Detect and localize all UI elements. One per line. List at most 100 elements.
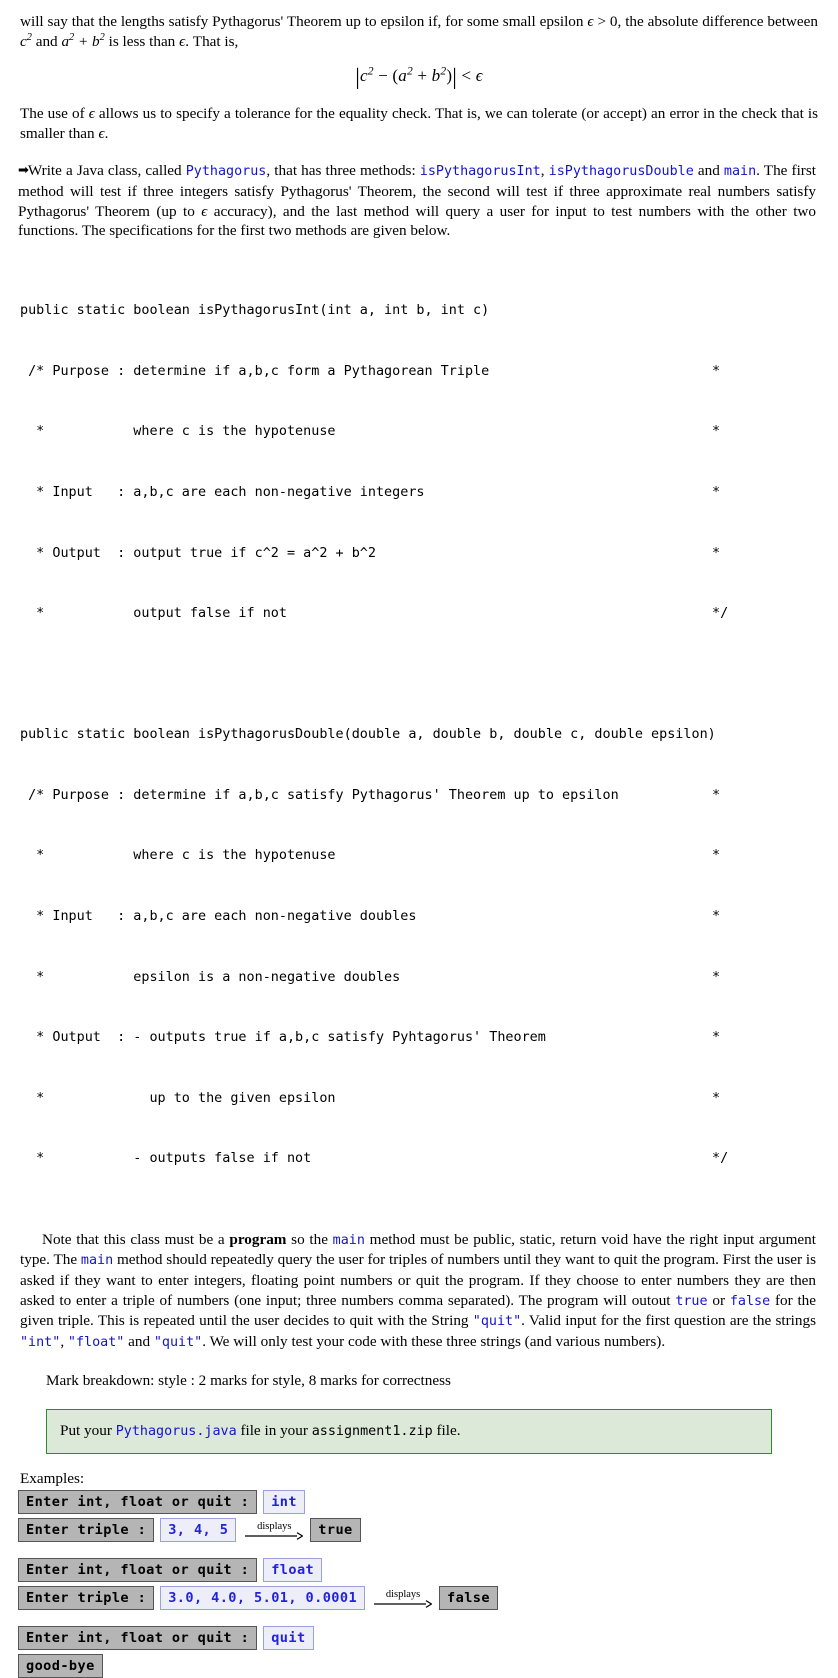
intro-text-f: . That is, <box>185 32 239 50</box>
example-group-spacer <box>18 1546 838 1558</box>
user-input-box[interactable]: float <box>263 1557 323 1582</box>
code-comment-line: * where c is the hypotenuse * <box>20 846 838 866</box>
output-box: false <box>439 1585 498 1610</box>
example-group-spacer <box>18 1614 838 1626</box>
example-row: Enter int, float or quit : quit <box>18 1625 838 1650</box>
example-group: Enter int, float or quit : float Enter t… <box>18 1557 838 1610</box>
tolerance-text-b: allows us to specify a tolerance for the… <box>20 105 818 142</box>
code-text: * epsilon is a non-negative doubles <box>20 969 401 985</box>
note-text-8: , <box>60 1332 68 1350</box>
code-comment-line: * where c is the hypotenuse * <box>20 422 838 442</box>
intro-text-a: will say that the lengths satisfy Pythag… <box>20 13 346 30</box>
code-star: * <box>712 484 721 500</box>
method-ispythagorusint-code: isPythagorusInt <box>419 164 541 180</box>
task-text-4: and <box>693 162 724 180</box>
right-arrow-icon <box>245 1532 304 1541</box>
mark-breakdown-text: Mark breakdown: style : 2 marks for styl… <box>46 1372 451 1390</box>
int-string-code: "int" <box>20 1334 61 1350</box>
note-paragraph: Note that this class must be a program s… <box>20 1230 816 1353</box>
code-star: */ <box>712 606 729 622</box>
code-comment-line: * epsilon is a non-negative doubles * <box>20 968 838 988</box>
note-text-2: so the <box>286 1230 333 1248</box>
mark-breakdown: Mark breakdown: style : 2 marks for styl… <box>46 1371 818 1391</box>
code-signature-line: public static boolean isPythagorusInt(in… <box>20 301 838 321</box>
submission-box: Put your Pythagorus.java file in your as… <box>46 1409 772 1454</box>
formula-less-than: < <box>457 66 476 86</box>
tolerance-text-c: . <box>104 124 109 142</box>
note-text-7: . Valid input for the first question are… <box>521 1312 816 1330</box>
code-text: /* Purpose : determine if a,b,c satisfy … <box>20 787 619 803</box>
user-input-box[interactable]: quit <box>263 1625 314 1650</box>
zip-file-name-code: assignment1.zip <box>311 1424 433 1440</box>
code-comment-line: * Output : output true if c^2 = a^2 + b^… <box>20 544 838 564</box>
note-text-9: and <box>124 1332 154 1350</box>
code-star: * <box>712 363 721 379</box>
displays-label: displays <box>257 1521 292 1533</box>
example-row: Enter triple : 3.0, 4.0, 5.01, 0.0001 di… <box>18 1585 838 1610</box>
right-arrow-icon <box>374 1600 433 1609</box>
code-star: * <box>712 1030 721 1046</box>
method-main-code: main <box>723 164 757 180</box>
quit-string-code-2: "quit" <box>153 1334 203 1350</box>
goodbye-box: good-bye <box>18 1653 103 1678</box>
paragraph-text: will say that the lengths satisfy Pythag… <box>20 12 818 51</box>
code-star: * <box>712 787 721 803</box>
main-code-1: main <box>332 1232 365 1248</box>
user-input-box[interactable]: 3.0, 4.0, 5.01, 0.0001 <box>160 1585 366 1610</box>
spec-block-ispythagorusint: public static boolean isPythagorusInt(in… <box>20 261 838 665</box>
prompt-box: Enter int, float or quit : <box>18 1625 258 1650</box>
user-input-box[interactable]: 3, 4, 5 <box>160 1517 237 1542</box>
prompt-box: Enter int, float or quit : <box>18 1489 258 1514</box>
class-name-code: Pythagorus <box>185 164 267 180</box>
note-text-10: . We will only test your code with these… <box>202 1332 666 1350</box>
code-text: * - outputs false if not <box>20 1151 312 1167</box>
intro-text-e: is less than <box>104 32 180 50</box>
submission-text-post: file. <box>432 1422 461 1440</box>
quit-string-code-1: "quit" <box>472 1314 522 1330</box>
paragraph-text: ➡Write a Java class, called Pythagorus, … <box>18 161 816 240</box>
formula-expression: |c2 − (a2 + b2)| < ϵ <box>355 64 483 89</box>
user-input-box[interactable]: int <box>263 1489 305 1514</box>
code-text: * Output : output true if c^2 = a^2 + b^… <box>20 545 376 561</box>
displays-label: displays <box>385 1589 421 1601</box>
example-group: Enter int, float or quit : int Enter tri… <box>18 1489 838 1542</box>
code-comment-line: * Input : a,b,c are each non-negative in… <box>20 483 838 503</box>
formula-epsilon: ϵ <box>475 66 483 86</box>
output-box: true <box>310 1517 361 1542</box>
code-text: public static boolean isPythagorusDouble… <box>20 727 716 743</box>
program-emphasis: program <box>229 1230 287 1248</box>
formula-minus: − <box>373 66 393 86</box>
arrow-bullet-icon: ➡ <box>18 163 29 179</box>
java-file-name-code: Pythagorus.java <box>115 1424 237 1440</box>
intro-text-c: > 0, the absolute difference between <box>593 13 818 30</box>
code-comment-line: * Output : - outputs true if a,b,c satis… <box>20 1028 838 1048</box>
code-comment-line: * up to the given epsilon * <box>20 1089 838 1109</box>
spec-block-ispythagorusdouble: public static boolean isPythagorusDouble… <box>20 685 838 1210</box>
note-text-1: Note that this class must be a <box>42 1230 230 1248</box>
true-keyword-code: true <box>675 1293 708 1309</box>
displays-arrow: displays <box>245 1521 304 1541</box>
task-text-1: Write a Java class, called <box>27 162 186 180</box>
false-keyword-code: false <box>729 1293 771 1309</box>
paragraph-text: Note that this class must be a program s… <box>20 1230 816 1353</box>
task-text-3: , <box>540 162 549 180</box>
code-comment-line: * output false if not */ <box>20 604 838 624</box>
formula-c: c2 <box>360 64 374 86</box>
code-text: * Input : a,b,c are each non-negative in… <box>20 484 425 500</box>
task-text-2: , that has three methods: <box>266 162 420 180</box>
display-formula: |c2 − (a2 + b2)| < ϵ <box>0 64 838 90</box>
tolerance-text-a: The use of <box>20 105 89 123</box>
task-paragraph: ➡Write a Java class, called Pythagorus, … <box>18 161 816 240</box>
formula-plus: + <box>412 66 432 86</box>
method-ispythagorusdouble-code: isPythagorusDouble <box>548 164 694 180</box>
example-row: Enter int, float or quit : float <box>18 1557 838 1582</box>
prompt-box: Enter triple : <box>18 1517 155 1542</box>
code-star: * <box>712 908 721 924</box>
code-text: /* Purpose : determine if a,b,c form a P… <box>20 363 490 379</box>
example-row: Enter triple : 3, 4, 5 displays true <box>18 1517 838 1542</box>
code-text: * Output : - outputs true if a,b,c satis… <box>20 1030 546 1046</box>
float-string-code: "float" <box>67 1334 125 1350</box>
code-star: */ <box>712 1151 729 1167</box>
submission-box-wrapper: Put your Pythagorus.java file in your as… <box>0 1409 838 1454</box>
intro-up-to-epsilon: up to epsilon <box>345 13 425 30</box>
